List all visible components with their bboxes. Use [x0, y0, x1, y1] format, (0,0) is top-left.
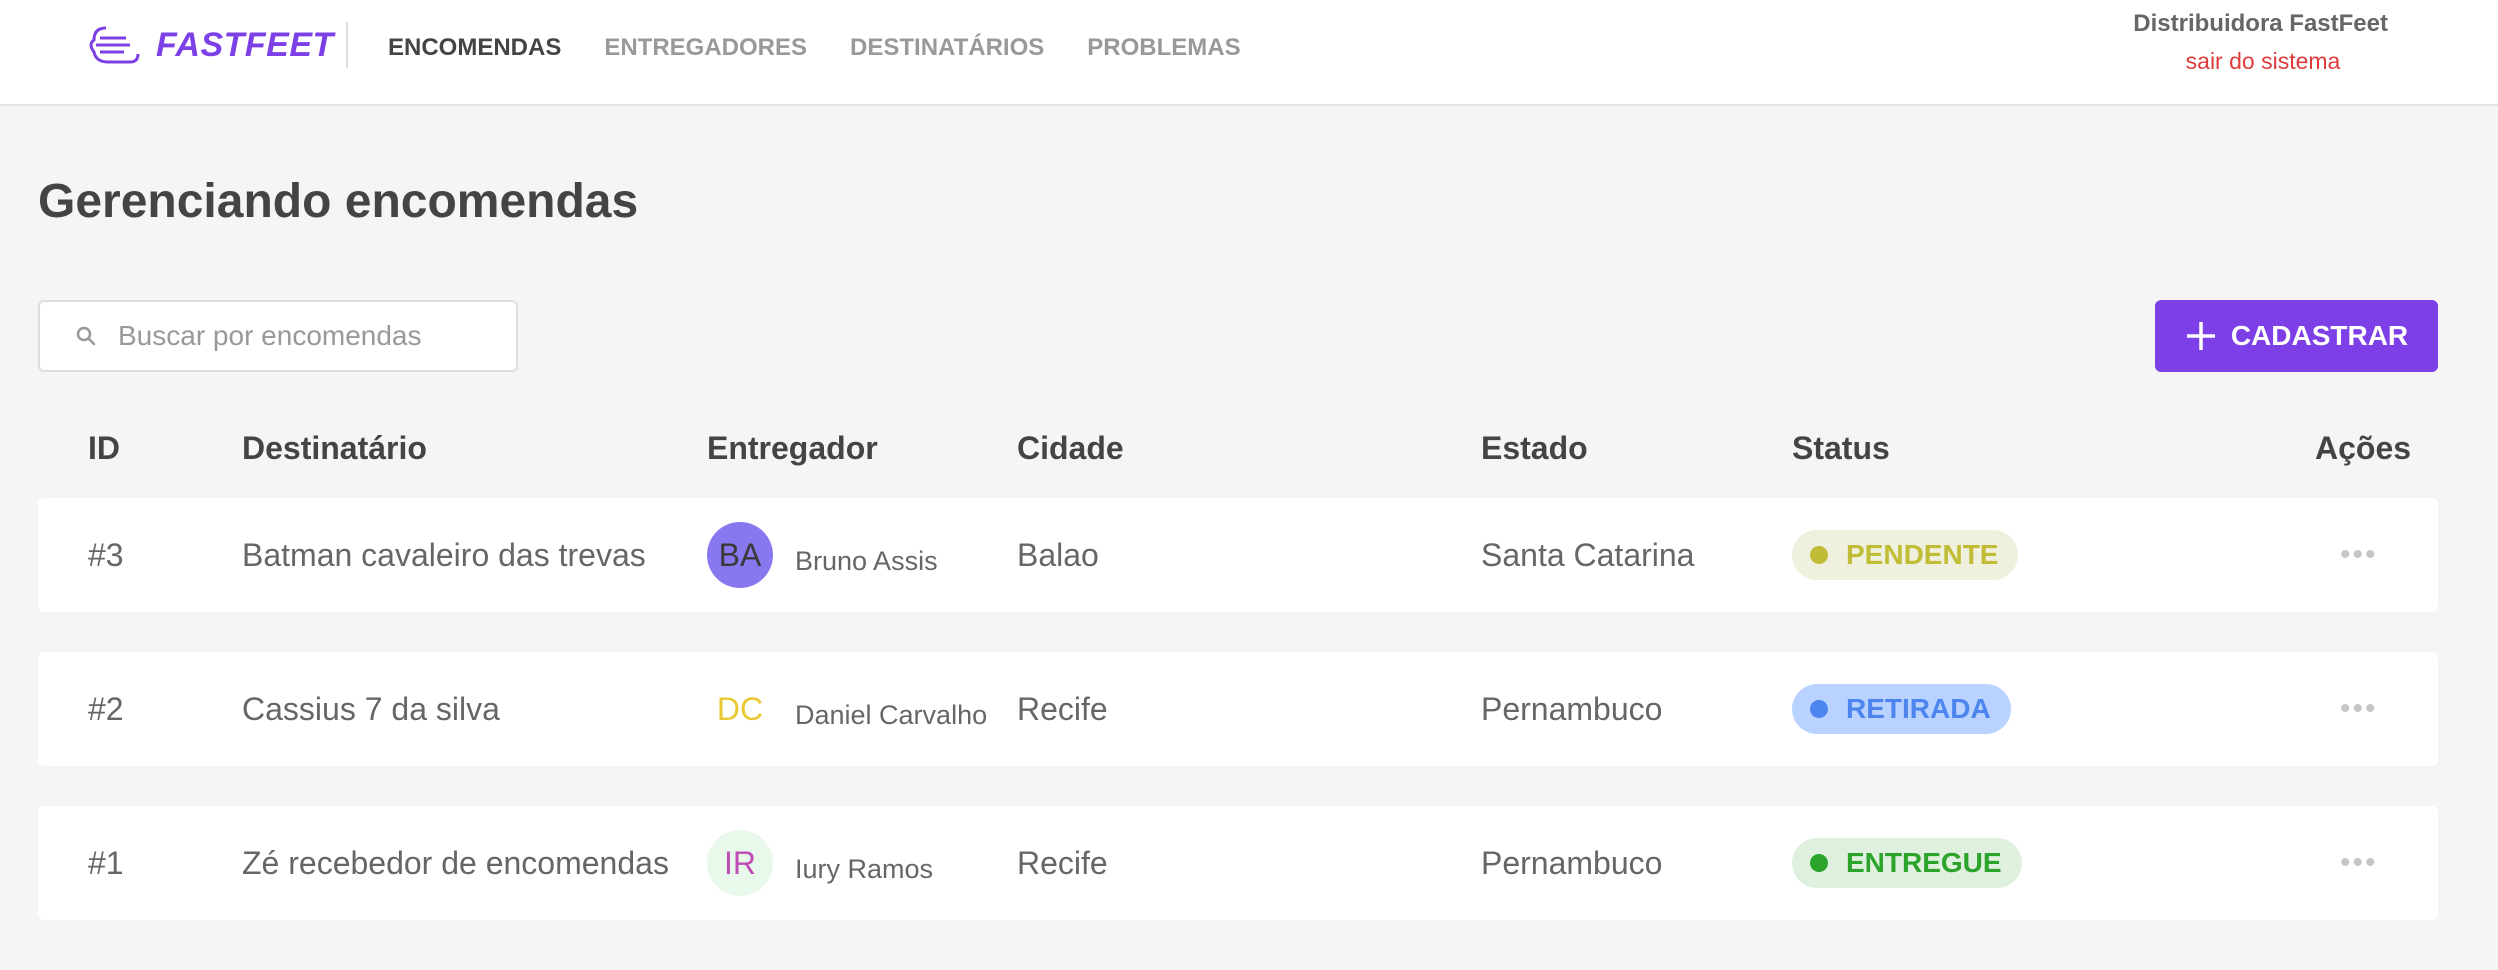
top-navbar: FASTFEET ENCOMENDAS ENTREGADORES DESTINA…	[0, 0, 2498, 106]
status-badge: RETIRADA	[1792, 684, 2011, 734]
more-actions-icon[interactable]: •••	[2340, 846, 2378, 880]
city: Balao	[1017, 536, 1099, 573]
order-id: #1	[88, 844, 124, 881]
plus-icon	[2186, 322, 2215, 350]
recipient-name: Batman cavaleiro das trevas	[242, 536, 646, 573]
order-id: #3	[88, 536, 124, 573]
status-cell: ENTREGUE	[1792, 806, 2022, 920]
logout-link[interactable]: sair do sistema	[2068, 46, 2388, 76]
avatar: BA	[707, 522, 773, 588]
search-icon	[76, 326, 96, 346]
nav-item-entregadores[interactable]: ENTREGADORES	[604, 34, 807, 62]
status-cell: PENDENTE	[1792, 498, 2019, 612]
status-badge: PENDENTE	[1792, 530, 2019, 580]
recipient-name: Cassius 7 da silva	[242, 690, 500, 727]
more-actions-icon[interactable]: •••	[2340, 538, 2378, 572]
fastfeet-logo[interactable]: FASTFEET	[86, 20, 334, 70]
search-box	[38, 300, 518, 372]
deliverer-cell: IR Iury Ramos	[707, 806, 933, 920]
column-header-city: Cidade	[1017, 430, 1124, 466]
add-button-label: CADASTRAR	[2230, 320, 2409, 351]
status-badge: ENTREGUE	[1792, 838, 2022, 888]
state: Santa Catarina	[1481, 536, 1695, 573]
profile-name: Distribuidora FastFeet	[2133, 10, 2388, 37]
status-dot-icon	[1810, 546, 1828, 564]
column-header-id: ID	[88, 430, 120, 466]
status-dot-icon	[1810, 700, 1828, 718]
table-row: #2 Cassius 7 da silva DC Daniel Carvalho…	[38, 652, 2438, 766]
truck-logo-icon	[89, 26, 140, 64]
recipient-name: Zé recebedor de encomendas	[242, 844, 669, 881]
deliverer-cell: DC Daniel Carvalho	[707, 652, 987, 766]
order-id: #2	[88, 690, 124, 727]
avatar: DC	[707, 676, 773, 742]
status-cell: RETIRADA	[1792, 652, 2011, 766]
deliverer-cell: BA Bruno Assis	[707, 498, 938, 612]
column-header-deliverer: Entregador	[707, 430, 878, 466]
nav-item-problemas[interactable]: PROBLEMAS	[1087, 34, 1240, 62]
state: Pernambuco	[1481, 690, 1663, 727]
nav-item-encomendas[interactable]: ENCOMENDAS	[388, 34, 561, 62]
table-row: #3 Batman cavaleiro das trevas BA Bruno …	[38, 498, 2438, 612]
status-dot-icon	[1810, 854, 1828, 872]
table-row: #1 Zé recebedor de encomendas IR Iury Ra…	[38, 806, 2438, 920]
deliverer-name: Daniel Carvalho	[795, 699, 988, 730]
search-input[interactable]	[118, 320, 498, 352]
actions-cell: •••	[2340, 498, 2378, 612]
status-label: ENTREGUE	[1846, 847, 2002, 878]
status-label: PENDENTE	[1846, 539, 1999, 570]
state: Pernambuco	[1481, 844, 1663, 881]
add-order-button[interactable]: CADASTRAR	[2155, 300, 2438, 372]
status-label: RETIRADA	[1846, 693, 1991, 724]
column-header-recipient: Destinatário	[242, 430, 427, 466]
city: Recife	[1017, 844, 1108, 881]
avatar: IR	[707, 830, 773, 896]
more-actions-icon[interactable]: •••	[2340, 692, 2378, 726]
nav-item-destinatarios[interactable]: DESTINATÁRIOS	[850, 34, 1044, 62]
main-nav: ENCOMENDAS ENTREGADORES DESTINATÁRIOS PR…	[388, 0, 1284, 96]
header-divider	[346, 22, 348, 68]
page-title: Gerenciando encomendas	[38, 175, 639, 228]
logo-text: FASTFEET	[156, 25, 334, 64]
column-header-actions: Ações	[2315, 430, 2412, 466]
user-profile: Distribuidora FastFeet sair do sistema	[2068, 10, 2388, 76]
deliverer-name: Bruno Assis	[795, 545, 938, 576]
deliverer-name: Iury Ramos	[795, 853, 934, 884]
actions-cell: •••	[2340, 806, 2378, 920]
column-header-state: Estado	[1481, 430, 1588, 466]
city: Recife	[1017, 690, 1108, 727]
actions-cell: •••	[2340, 652, 2378, 766]
column-header-status: Status	[1792, 430, 1890, 466]
